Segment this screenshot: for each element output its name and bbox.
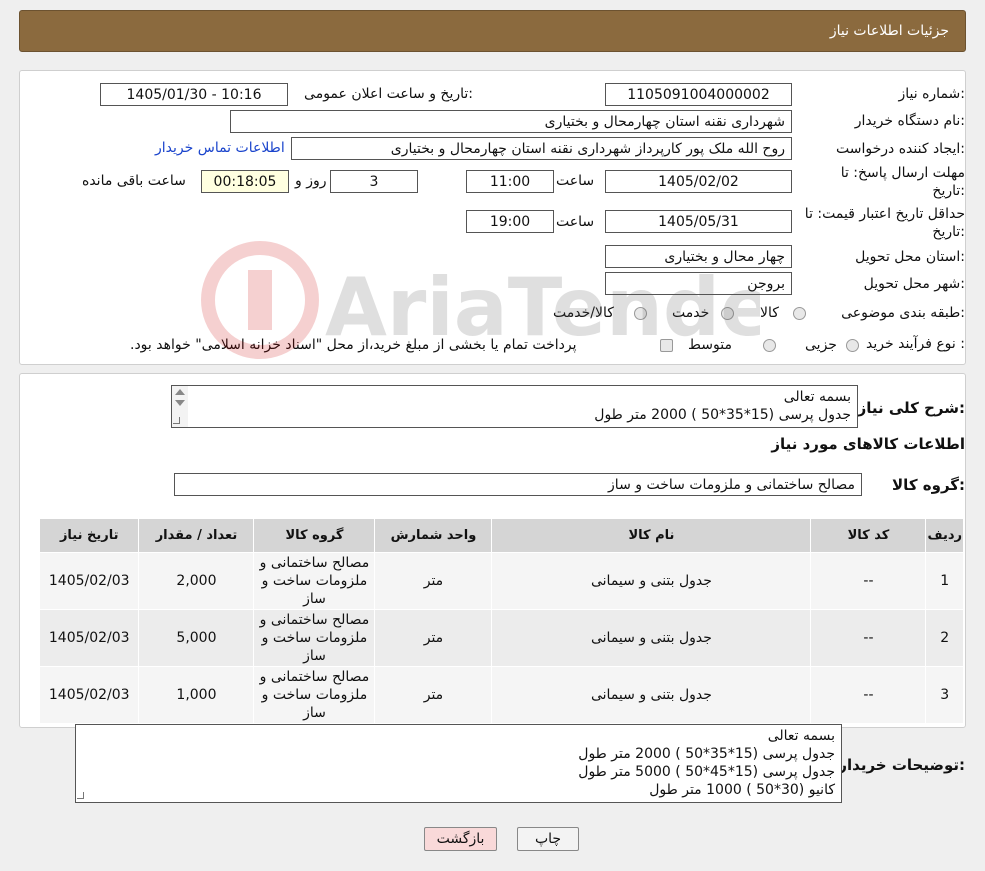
- cell-unit: متر: [374, 609, 493, 667]
- buyer-notes-label: توضیحات خریدار:: [838, 756, 965, 774]
- remaining-label: ساعت باقی مانده: [82, 173, 186, 189]
- summary-line: بسمه تعالی: [783, 389, 851, 405]
- buyer-org-field[interactable]: شهرداری نقنه استان چهارمحال و بختیاری: [230, 110, 792, 133]
- col-header-name: نام کالا: [491, 518, 812, 553]
- deadline-label-2: تاریخ:: [932, 183, 965, 199]
- province-label: استان محل تحویل:: [855, 249, 965, 265]
- cell-name: جدول بتنی و سیمانی: [491, 609, 812, 667]
- contact-buyer-link[interactable]: اطلاعات تماس خریدار: [155, 140, 285, 156]
- remaining-time-field: 00:18:05: [201, 170, 289, 193]
- deadline-label: مهلت ارسال پاسخ: تا: [840, 165, 965, 181]
- validity-label: حداقل تاریخ اعتبار قیمت: تا: [804, 206, 965, 222]
- buyer-notes-textarea[interactable]: بسمه تعالی جدول پرسی (15*35*50 ) 2000 مت…: [75, 724, 842, 803]
- summary-textarea[interactable]: بسمه تعالی جدول پرسی (15*35*50 ) 2000 مت…: [171, 385, 858, 428]
- category-radio-goods-service[interactable]: [634, 307, 647, 320]
- cell-quantity: 2,000: [138, 552, 255, 610]
- category-radio-goods[interactable]: [793, 307, 806, 320]
- summary-scrollbar[interactable]: [172, 386, 188, 427]
- cell-group: مصالح ساختمانی و ملزومات ساخت و ساز: [253, 609, 376, 667]
- print-button[interactable]: چاپ: [517, 827, 579, 851]
- validity-label-2: تاریخ:: [932, 224, 965, 240]
- col-header-unit: واحد شمارش: [374, 518, 493, 553]
- cell-group: مصالح ساختمانی و ملزومات ساخت و ساز: [253, 552, 376, 610]
- announce-field[interactable]: 1405/01/30 - 10:16: [100, 83, 288, 106]
- days-field[interactable]: 3: [330, 170, 418, 193]
- buyer-org-label: نام دستگاه خریدار:: [854, 113, 965, 129]
- cell-code: --: [810, 666, 927, 724]
- table-row: 2 -- جدول بتنی و سیمانی متر مصالح ساختما…: [38, 609, 964, 667]
- goods-group-field[interactable]: مصالح ساختمانی و ملزومات ساخت و ساز: [174, 473, 862, 496]
- cell-name: جدول بتنی و سیمانی: [491, 666, 812, 724]
- col-header-row-number: ردیف: [925, 518, 964, 553]
- validity-time-field[interactable]: 19:00: [466, 210, 554, 233]
- category-label: طبقه بندی موضوعی:: [841, 305, 965, 321]
- cell-row-number: 1: [925, 552, 964, 610]
- process-option-medium: متوسط: [688, 337, 732, 353]
- cell-unit: متر: [374, 552, 493, 610]
- buyer-notes-line: جدول پرسی (15*45*50 ) 5000 متر طول: [578, 764, 835, 780]
- resize-grip-icon[interactable]: [173, 417, 180, 424]
- cell-date: 1405/02/03: [38, 552, 140, 610]
- process-radio-medium[interactable]: [763, 339, 776, 352]
- process-label: نوع فرآیند خرید :: [866, 336, 965, 352]
- city-label: شهر محل تحویل:: [863, 276, 965, 292]
- col-header-code: کد کالا: [810, 518, 927, 553]
- col-header-date: تاریخ نیاز: [38, 518, 140, 553]
- requester-field[interactable]: روح الله ملک پور کارپرداز شهرداری نقنه ا…: [291, 137, 792, 160]
- cell-quantity: 1,000: [138, 666, 255, 724]
- page-header: جزئیات اطلاعات نیاز: [19, 10, 966, 52]
- resize-grip-icon[interactable]: [77, 792, 84, 799]
- summary-line: جدول پرسی (15*35*50 ) 2000 متر طول: [594, 407, 851, 423]
- category-radio-service[interactable]: [721, 307, 734, 320]
- cell-code: --: [810, 552, 927, 610]
- city-field[interactable]: بروجن: [605, 272, 792, 295]
- scroll-down-icon[interactable]: [175, 400, 185, 406]
- category-option-goods: کالا: [760, 305, 779, 321]
- back-button[interactable]: بازگشت: [424, 827, 497, 851]
- category-option-service: خدمت: [672, 305, 710, 321]
- announce-label: تاریخ و ساعت اعلان عمومی:: [304, 86, 473, 102]
- goods-info-title: اطلاعات کالاهای مورد نیاز: [771, 435, 965, 453]
- page-title: جزئیات اطلاعات نیاز: [829, 23, 949, 39]
- col-header-group: گروه کالا: [253, 518, 376, 553]
- cell-date: 1405/02/03: [38, 609, 140, 667]
- table-row: 3 -- جدول بتنی و سیمانی متر مصالح ساختما…: [38, 666, 964, 724]
- cell-unit: متر: [374, 666, 493, 724]
- payment-note: پرداخت تمام یا بخشی از مبلغ خرید،از محل …: [130, 337, 577, 353]
- process-option-minor: جزیی: [805, 337, 837, 353]
- table-row: 1 -- جدول بتنی و سیمانی متر مصالح ساختما…: [38, 552, 964, 610]
- cell-row-number: 3: [925, 666, 964, 724]
- validity-time-label: ساعت: [556, 214, 595, 230]
- scroll-up-icon[interactable]: [175, 389, 185, 395]
- buyer-notes-line: جدول پرسی (15*35*50 ) 2000 متر طول: [578, 746, 835, 762]
- need-number-field[interactable]: 1105091004000002: [605, 83, 792, 106]
- buyer-notes-line: بسمه تعالی: [767, 728, 835, 744]
- buyer-notes-line: کانیو (30*50 ) 1000 متر طول: [649, 782, 835, 798]
- need-number-label: شماره نیاز:: [898, 86, 965, 102]
- goods-table: ردیف کد کالا نام کالا واحد شمارش گروه کا…: [38, 518, 964, 724]
- cell-row-number: 2: [925, 609, 964, 667]
- cell-quantity: 5,000: [138, 609, 255, 667]
- validity-date-field[interactable]: 1405/05/31: [605, 210, 792, 233]
- payment-checkbox[interactable]: [660, 339, 673, 352]
- cell-name: جدول بتنی و سیمانی: [491, 552, 812, 610]
- col-header-quantity: تعداد / مقدار: [138, 518, 255, 553]
- deadline-time-field[interactable]: 11:00: [466, 170, 554, 193]
- process-radio-minor[interactable]: [846, 339, 859, 352]
- goods-group-label: گروه کالا:: [892, 476, 965, 494]
- cell-code: --: [810, 609, 927, 667]
- requester-label: ایجاد کننده درخواست:: [836, 141, 965, 157]
- days-label: روز و: [295, 173, 327, 189]
- summary-label: شرح کلی نیاز:: [857, 399, 965, 417]
- deadline-date-field[interactable]: 1405/02/02: [605, 170, 792, 193]
- cell-date: 1405/02/03: [38, 666, 140, 724]
- cell-group: مصالح ساختمانی و ملزومات ساخت و ساز: [253, 666, 376, 724]
- province-field[interactable]: چهار محال و بختیاری: [605, 245, 792, 268]
- deadline-time-label: ساعت: [556, 173, 595, 189]
- table-header-row: ردیف کد کالا نام کالا واحد شمارش گروه کا…: [38, 518, 964, 553]
- category-option-goods-service: کالا/خدمت: [553, 305, 614, 321]
